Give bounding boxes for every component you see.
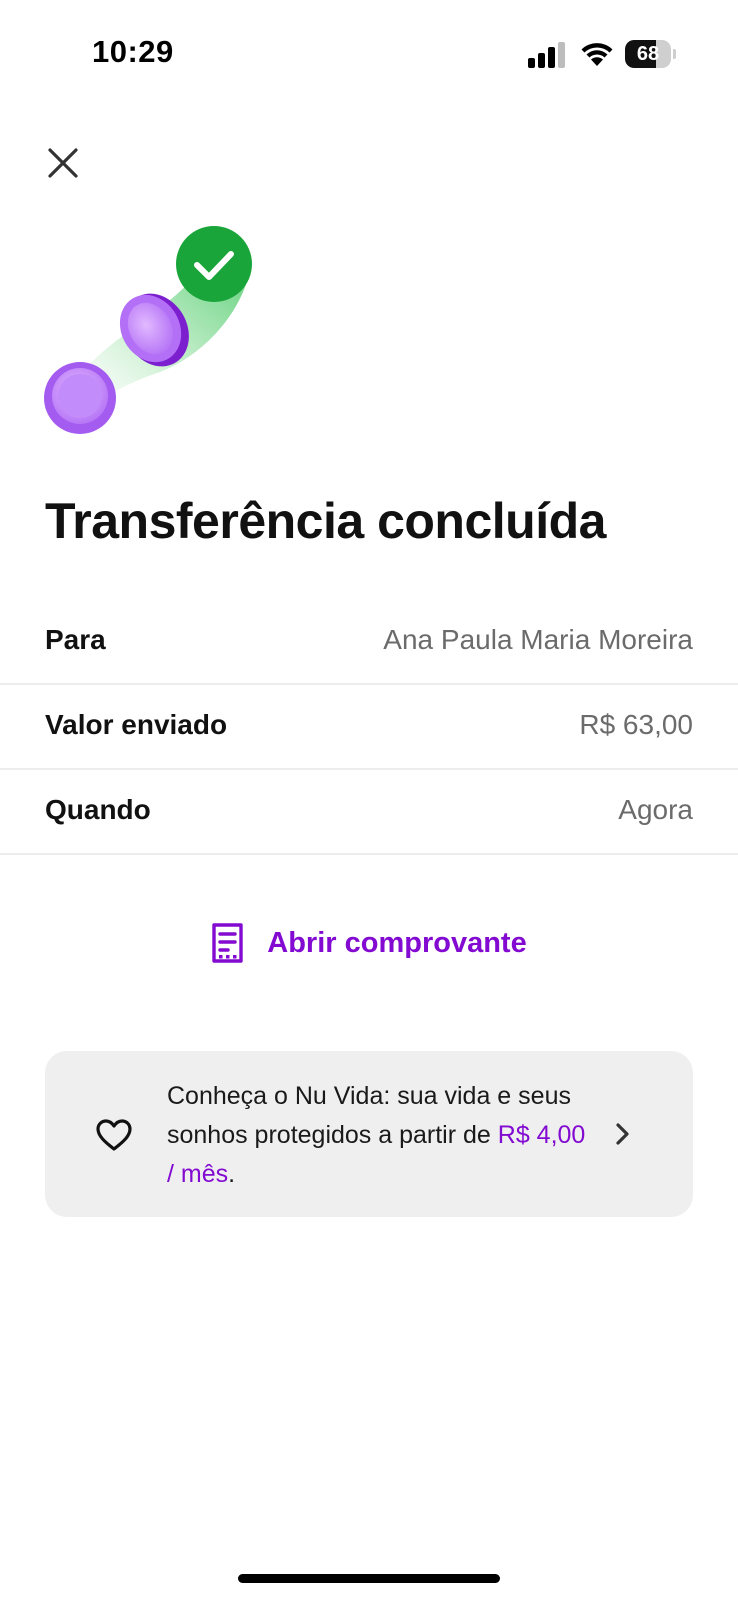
status-time: 10:29 <box>92 34 174 69</box>
home-indicator[interactable] <box>238 1574 500 1583</box>
detail-row-recipient: Para Ana Paula Maria Moreira <box>0 600 738 685</box>
nu-vida-promo-card[interactable]: Conheça o Nu Vida: sua vida e seus sonho… <box>45 1051 693 1217</box>
detail-value: Agora <box>618 794 693 825</box>
detail-row-amount: Valor enviado R$ 63,00 <box>0 685 738 770</box>
signal-icon <box>528 42 565 68</box>
detail-value: Ana Paula Maria Moreira <box>383 624 693 655</box>
detail-row-when: Quando Agora <box>0 770 738 855</box>
open-receipt-button[interactable]: Abrir comprovante <box>0 918 738 968</box>
open-receipt-label: Abrir comprovante <box>267 926 527 959</box>
promo-text: Conheça o Nu Vida: sua vida e seus sonho… <box>167 1077 597 1194</box>
coin-icon <box>44 362 116 434</box>
transfer-success-illustration <box>44 226 252 434</box>
wifi-icon <box>581 43 613 66</box>
check-icon <box>176 226 252 302</box>
heart-icon <box>96 1119 132 1151</box>
detail-label: Para <box>45 624 106 655</box>
battery-icon: 68 <box>625 40 677 68</box>
status-bar: 10:29 68 <box>0 0 738 110</box>
battery-level: 68 <box>636 43 660 65</box>
close-button[interactable] <box>40 140 86 186</box>
chevron-right-icon <box>616 1123 629 1145</box>
promo-text-end: . <box>228 1160 236 1188</box>
transfer-details: Para Ana Paula Maria Moreira Valor envia… <box>0 600 738 855</box>
detail-label: Valor enviado <box>45 709 228 740</box>
detail-value: R$ 63,00 <box>579 709 693 740</box>
receipt-icon <box>212 923 243 963</box>
detail-label: Quando <box>45 794 151 825</box>
page-title: Transferência concluída <box>45 493 606 549</box>
close-icon <box>48 148 78 178</box>
